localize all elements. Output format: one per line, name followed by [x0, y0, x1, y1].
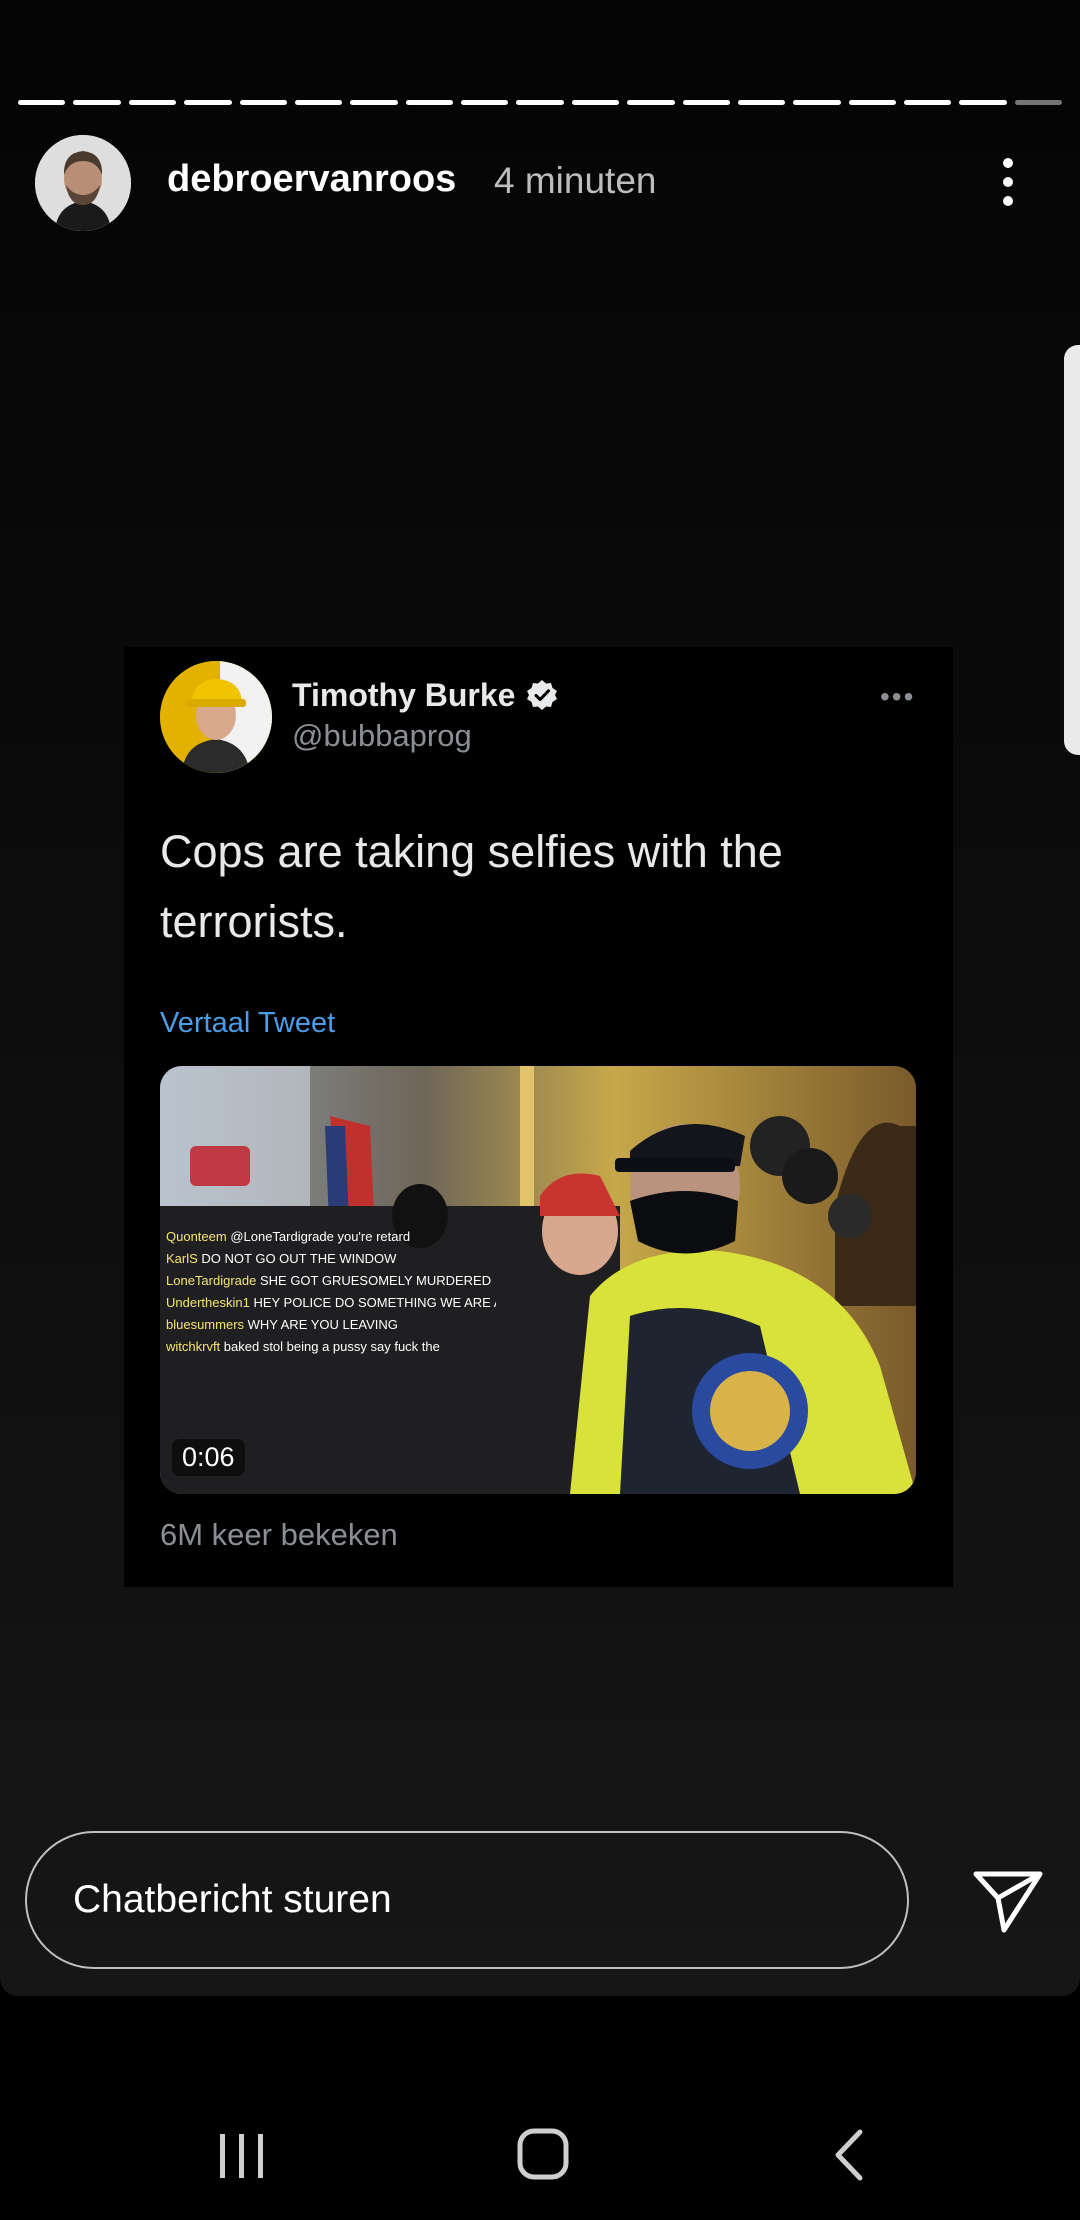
- progress-segment: [959, 100, 1007, 105]
- translate-tweet-link[interactable]: Vertaal Tweet: [160, 1007, 335, 1040]
- tweet-more-icon[interactable]: •••: [880, 681, 915, 713]
- chat-user: Quonteem: [166, 1229, 227, 1244]
- progress-segment: [516, 100, 564, 105]
- chat-line: LoneTardigrade SHE GOT GRUESOMELY MURDER…: [166, 1270, 496, 1292]
- progress-segment: [1014, 100, 1063, 105]
- chat-line: witchkrvft baked stol being a pussy say …: [166, 1336, 496, 1358]
- progress-segment: [73, 100, 121, 105]
- progress-segment: [350, 100, 398, 105]
- chat-user: Undertheskin1: [166, 1295, 250, 1310]
- story-header: debroervanroos 4 minuten: [0, 130, 1080, 231]
- chat-line: KarlS DO NOT GO OUT THE WINDOW: [166, 1248, 496, 1270]
- tweet-text: Cops are taking selfies with the terrori…: [160, 826, 783, 947]
- send-message-input[interactable]: [27, 1833, 907, 1967]
- progress-segment: [294, 100, 343, 105]
- chat-user: LoneTardigrade: [166, 1273, 257, 1288]
- tweet-author-handle[interactable]: @bubbaprog: [292, 718, 472, 754]
- chat-message: WHY ARE YOU LEAVING: [244, 1317, 398, 1332]
- tweet-author-avatar: [160, 661, 272, 773]
- chat-user: bluesummers: [166, 1317, 245, 1332]
- progress-segment: [627, 100, 675, 105]
- tweet-view-count: 6M keer bekeken: [160, 1517, 398, 1552]
- chat-user: KarlS: [166, 1251, 198, 1266]
- paper-plane-icon[interactable]: [972, 1868, 1044, 1934]
- progress-segment: [682, 100, 730, 105]
- chat-user: witchkrvft: [166, 1339, 221, 1354]
- verified-badge-icon: [527, 680, 557, 710]
- tweet-author-name[interactable]: Timothy Burke: [292, 677, 515, 714]
- chat-line: bluesummers WHY ARE YOU LEAVING: [166, 1314, 496, 1336]
- story-viewer[interactable]: debroervanroos 4 minuten Timothy Burke @…: [0, 0, 1080, 1996]
- tweet-card[interactable]: Timothy Burke @bubbaprog ••• Cops are ta…: [124, 647, 953, 1587]
- progress-segment: [904, 100, 952, 105]
- progress-segment: [184, 100, 232, 105]
- chat-message: baked stol being a pussy say fuck the: [220, 1339, 440, 1354]
- story-progress-bar: [18, 100, 1063, 105]
- reply-box[interactable]: [25, 1831, 909, 1969]
- progress-segment: [239, 100, 287, 105]
- chat-message: DO NOT GO OUT THE WINDOW: [197, 1251, 397, 1266]
- video-duration: 0:06: [172, 1439, 245, 1476]
- chat-line: Quonteem @LoneTardigrade you're retard: [166, 1226, 496, 1248]
- video-chat-overlay: Quonteem @LoneTardigrade you're retard Ka…: [166, 1226, 496, 1358]
- progress-segment: [461, 100, 509, 105]
- progress-segment: [405, 100, 453, 105]
- chat-message: SHE GOT GRUESOMELY MURDERED: [256, 1273, 492, 1288]
- progress-segment: [571, 100, 620, 105]
- chat-message: HEY POLICE DO SOMETHING WE ARE ALL WATCH…: [253, 1295, 496, 1310]
- progress-segment: [737, 100, 786, 105]
- side-drawer-handle[interactable]: [1064, 345, 1080, 755]
- chat-line: Undertheskin1 HEY POLICE DO SOMETHING WE…: [166, 1292, 496, 1314]
- chat-message: @LoneTardigrade you're retard: [226, 1229, 411, 1244]
- progress-segment: [793, 100, 841, 105]
- avatar-photo: [35, 135, 131, 231]
- progress-segment: [18, 100, 66, 105]
- story-timestamp: 4 minuten: [494, 160, 657, 201]
- recents-icon[interactable]: [202, 2120, 282, 2190]
- progress-segment: [128, 100, 177, 105]
- home-icon[interactable]: [503, 2120, 583, 2190]
- tweet-video[interactable]: Quonteem @LoneTardigrade you're retard Ka…: [160, 1066, 916, 1494]
- back-icon[interactable]: [808, 2120, 888, 2190]
- more-options-icon[interactable]: [985, 152, 1031, 212]
- system-navigation-bar: [0, 2080, 1080, 2220]
- progress-segment: [848, 100, 896, 105]
- story-username[interactable]: debroervanroos: [167, 158, 456, 201]
- user-avatar[interactable]: [35, 135, 131, 231]
- author-photo: [160, 661, 272, 773]
